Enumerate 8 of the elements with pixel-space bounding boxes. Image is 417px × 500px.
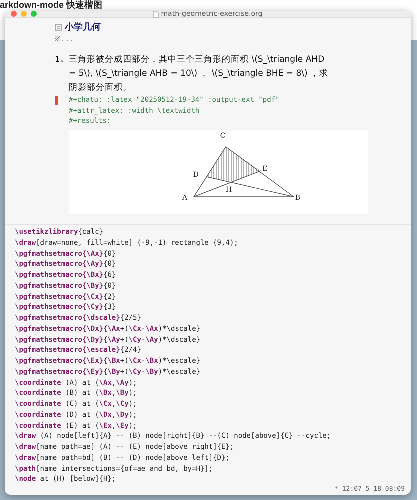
zoom-button[interactable] [31, 11, 37, 17]
minimize-button[interactable] [21, 11, 27, 17]
heading-bullet-icon [55, 24, 62, 30]
problem-text: 三角形被分成四部分，其中三个三角形的面积 \(S_\triangle AHD = 5\), \(S_\triangle AHB = 10\) ， \(S_\triangle BHE = 8\) ，求阴影部分面积。 [69, 54, 329, 95]
heading-title[interactable]: 小学几何 [65, 20, 101, 34]
cursor-mark [55, 96, 58, 105]
list-number: 1. [55, 54, 65, 66]
close-button[interactable] [11, 11, 17, 17]
